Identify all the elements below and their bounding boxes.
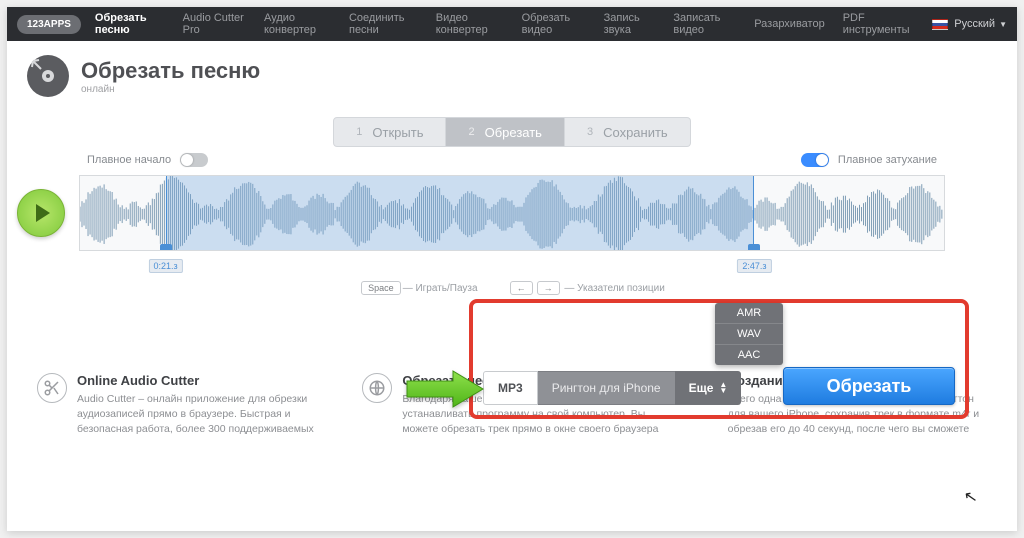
format-more-label: Еще xyxy=(689,381,714,395)
step-num: 2 xyxy=(468,126,474,138)
fade-out-toggle[interactable] xyxy=(801,153,829,167)
logo[interactable]: 123APPS xyxy=(17,15,81,34)
format-option-amr[interactable]: AMR xyxy=(715,303,783,323)
top-nav: 123APPS Обрезать песню Audio Cutter Pro … xyxy=(7,7,1017,41)
step-num: 1 xyxy=(356,126,362,138)
waveform[interactable]: 0:21.з 02-05_T.N.T..mp3 3:35 xyxy=(79,175,945,251)
hint-arrows-text: — Указатели позиции xyxy=(564,283,664,294)
format-option-wav[interactable]: WAV xyxy=(715,323,783,344)
start-handle[interactable] xyxy=(160,244,172,251)
nav-item-pro[interactable]: Audio Cutter Pro xyxy=(183,12,246,36)
keyboard-hints: Space— Играть/Пауза ← → — Указатели позиц… xyxy=(7,281,1017,295)
nav-item-audio-converter[interactable]: Аудио конвертер xyxy=(264,12,331,36)
nav-item-cut-song[interactable]: Обрезать песню xyxy=(95,12,165,36)
waveform-area: 0:21.з 02-05_T.N.T..mp3 3:35 0:21.з 2:47… xyxy=(79,175,945,251)
page-title: Обрезать песню xyxy=(81,58,260,84)
nav-item-pdf[interactable]: PDF инструменты xyxy=(843,12,915,36)
step-label: Открыть xyxy=(372,125,423,140)
step-cut[interactable]: 2 Обрезать xyxy=(446,117,565,147)
step-label: Сохранить xyxy=(603,125,668,140)
end-handle[interactable] xyxy=(748,244,760,251)
feature-card: Online Audio Cutter Audio Cutter – онлай… xyxy=(37,373,336,438)
language-selector[interactable]: Русский ▼ xyxy=(932,18,1007,30)
hint-space-text: — Играть/Пауза xyxy=(403,283,478,294)
nav-item-voice-recorder[interactable]: Запись звука xyxy=(604,12,656,36)
play-button[interactable] xyxy=(17,189,65,237)
page-header: Обрезать песню онлайн xyxy=(7,41,1017,103)
key-left: ← xyxy=(510,281,533,295)
cut-button[interactable]: Обрезать xyxy=(783,367,955,405)
app-icon xyxy=(27,55,69,97)
globe-icon xyxy=(362,373,392,403)
format-row: MP3 Рингтон для iPhone Еще ▲▼ xyxy=(483,371,741,405)
fade-in-label: Плавное начало xyxy=(87,154,171,166)
nav-item-video-recorder[interactable]: Записать видео xyxy=(673,12,736,36)
nav-item-archive[interactable]: Разархиватор xyxy=(754,18,825,30)
arrow-annotation xyxy=(405,369,485,409)
fade-in-control[interactable]: Плавное начало xyxy=(87,153,214,167)
highlight-box: AMR WAV AAC MP3 Рингтон для iPhone Еще ▲▼… xyxy=(469,299,969,419)
up-down-icon: ▲▼ xyxy=(719,382,727,394)
scissors-icon xyxy=(37,373,67,403)
selection-range[interactable] xyxy=(166,176,754,250)
cursor-icon: ↖ xyxy=(962,486,979,508)
fade-in-toggle[interactable] xyxy=(180,153,208,167)
page-subtitle: онлайн xyxy=(81,84,260,95)
format-option-aac[interactable]: AAC xyxy=(715,344,783,365)
start-time-label: 0:21.з xyxy=(149,259,183,273)
nav-item-video-cutter[interactable]: Обрезать видео xyxy=(522,12,586,36)
end-time-label: 2:47.з xyxy=(737,259,771,273)
flag-icon xyxy=(932,19,948,30)
step-save[interactable]: 3 Сохранить xyxy=(565,117,691,147)
key-space: Space xyxy=(361,281,401,295)
chevron-down-icon: ▼ xyxy=(999,20,1007,29)
nav-item-video-converter[interactable]: Видео конвертер xyxy=(436,12,504,36)
format-more-button[interactable]: Еще ▲▼ xyxy=(675,371,742,405)
fade-out-label: Плавное затухание xyxy=(838,154,937,166)
step-num: 3 xyxy=(587,126,593,138)
format-mp3-button[interactable]: MP3 xyxy=(483,371,538,405)
format-dropdown[interactable]: AMR WAV AAC xyxy=(715,303,783,365)
format-ringtone-button[interactable]: Рингтон для iPhone xyxy=(538,371,675,405)
fade-out-control[interactable]: Плавное затухание xyxy=(795,153,937,167)
language-label: Русский xyxy=(954,18,995,30)
key-right: → xyxy=(537,281,560,295)
feature-text: Audio Cutter – онлайн приложение для обр… xyxy=(77,392,336,438)
feature-title: Online Audio Cutter xyxy=(77,373,336,388)
step-open[interactable]: 1 Открыть xyxy=(333,117,446,147)
step-label: Обрезать xyxy=(485,125,542,140)
step-bar: 1 Открыть 2 Обрезать 3 Сохранить xyxy=(7,117,1017,147)
nav-item-joiner[interactable]: Соединить песни xyxy=(349,12,418,36)
